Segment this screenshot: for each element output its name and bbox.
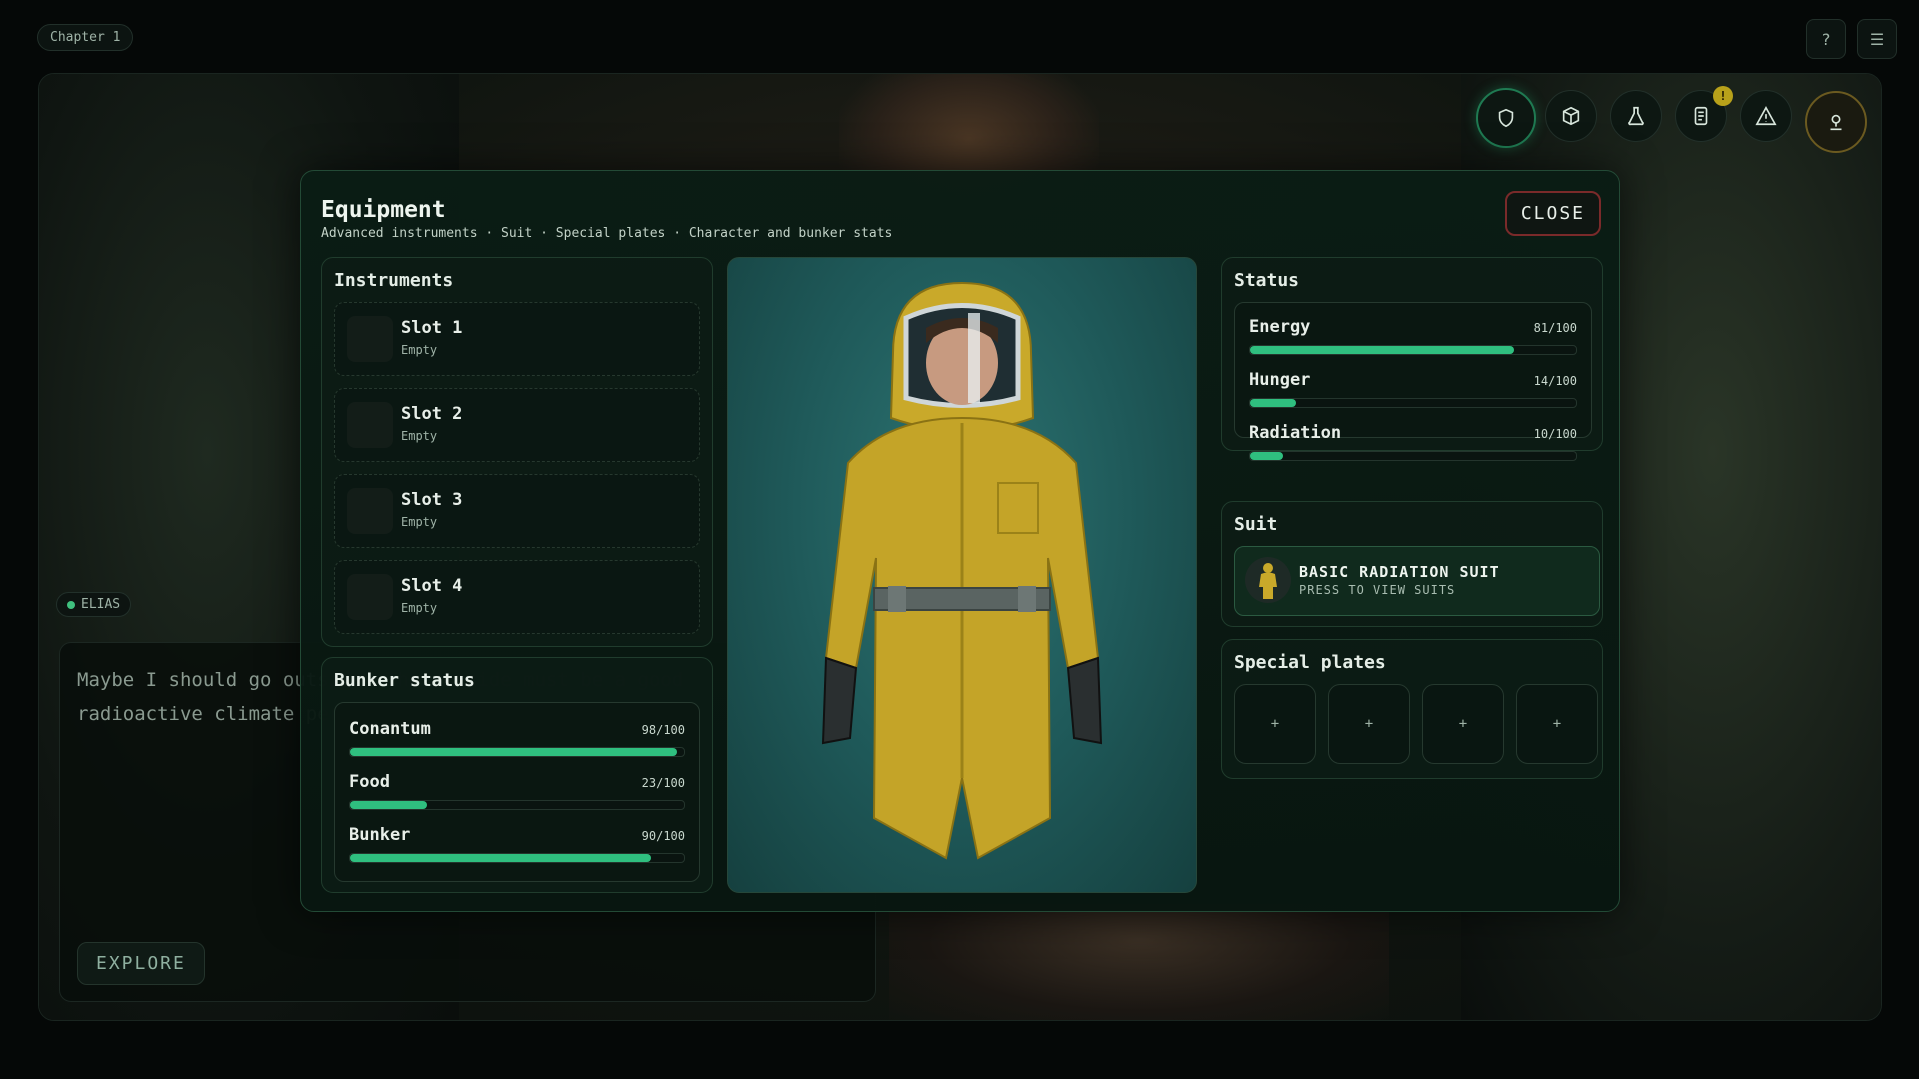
instrument-slot-3[interactable]: Slot 3 Empty: [334, 474, 700, 548]
view-suits-button[interactable]: BASIC RADIATION SUIT PRESS TO VIEW SUITS: [1234, 546, 1600, 616]
stat-fill: [350, 854, 651, 862]
warning-icon: [1755, 106, 1777, 126]
stat-food: Food 23/100: [349, 772, 685, 816]
shield-icon: [1498, 108, 1514, 128]
stat-fill: [350, 748, 678, 756]
instruments-title: Instruments: [334, 270, 454, 291]
alerts-button[interactable]: [1740, 90, 1792, 142]
instruments-panel: Instruments Slot 1 Empty Slot 2 Empty Sl…: [321, 257, 713, 647]
hazmat-character-illustration: [821, 281, 1103, 860]
plate-slot-2[interactable]: +: [1328, 684, 1410, 764]
stat-value: 23/100: [641, 776, 685, 790]
stat-label: Bunker: [349, 825, 411, 845]
stat-track: [1249, 398, 1577, 408]
plate-slot-3[interactable]: +: [1422, 684, 1504, 764]
chapter-badge: Chapter 1: [37, 24, 134, 51]
stat-radiation: Radiation 10/100: [1249, 423, 1577, 467]
slot-thumbnail: [347, 316, 393, 362]
bunker-stats-box: Conantum 98/100 Food 23/100 Bunker 90/10…: [334, 702, 700, 882]
slot-thumbnail: [347, 488, 393, 534]
status-title: Status: [1234, 270, 1300, 291]
status-stats-box: Energy 81/100 Hunger 14/100 Radiation 10…: [1234, 302, 1592, 461]
stat-track: [1249, 345, 1577, 355]
suit-panel: Suit BASIC RADIATION SUIT PRESS TO VIEW …: [1221, 501, 1603, 627]
suit-hint: PRESS TO VIEW SUITS: [1299, 583, 1456, 597]
stat-fill: [1250, 346, 1515, 354]
stat-hunger: Hunger 14/100: [1249, 370, 1577, 414]
slot-state: Empty: [401, 515, 438, 529]
stat-fill: [1250, 452, 1283, 460]
stat-track: [1249, 451, 1577, 461]
stat-value: 14/100: [1533, 374, 1577, 388]
instrument-slot-1[interactable]: Slot 1 Empty: [334, 302, 700, 376]
journal-icon: [1694, 106, 1708, 126]
slot-thumbnail: [347, 574, 393, 620]
stat-label: Food: [349, 772, 390, 792]
flask-icon: [1628, 106, 1644, 126]
speaker-tag: ELIAS: [56, 592, 132, 617]
hazmat-suit-icon: [1259, 563, 1277, 599]
character-portrait: [727, 257, 1197, 893]
suit-name: BASIC RADIATION SUIT: [1299, 563, 1500, 581]
explore-button[interactable]: EXPLORE: [77, 942, 205, 985]
stat-value: 90/100: [641, 829, 685, 843]
stat-value: 98/100: [641, 723, 685, 737]
menu-button[interactable]: ☰: [1857, 19, 1897, 59]
stat-label: Radiation: [1249, 423, 1342, 443]
stat-label: Conantum: [349, 719, 431, 739]
slot-state: Empty: [401, 343, 438, 357]
slot-state: Empty: [401, 429, 438, 443]
modal-title: Equipment: [321, 197, 446, 223]
plate-slot-4[interactable]: +: [1516, 684, 1598, 764]
stat-label: Hunger: [1249, 370, 1311, 390]
plate-slot-1[interactable]: +: [1234, 684, 1316, 764]
equipment-shield-button[interactable]: [1476, 88, 1536, 148]
stat-track: [349, 853, 685, 863]
stat-label: Energy: [1249, 317, 1311, 337]
inventory-button[interactable]: [1545, 90, 1597, 142]
stat-fill: [1250, 399, 1296, 407]
profile-button[interactable]: [1805, 91, 1867, 153]
bunker-status-panel: Bunker status Conantum 98/100 Food 23/10…: [321, 657, 713, 893]
modal-subtitle: Advanced instruments · Suit · Special pl…: [321, 226, 893, 241]
profile-icon: [1830, 114, 1842, 131]
status-panel: Status Energy 81/100 Hunger 14/100 Radia…: [1221, 257, 1603, 461]
stat-track: [349, 800, 685, 810]
stat-track: [349, 747, 685, 757]
stat-bunker: Bunker 90/100: [349, 825, 685, 869]
research-button[interactable]: [1610, 90, 1662, 142]
stat-energy: Energy 81/100: [1249, 317, 1577, 361]
instrument-slot-2[interactable]: Slot 2 Empty: [334, 388, 700, 462]
bunker-status-title: Bunker status: [334, 670, 475, 691]
stat-conantum: Conantum 98/100: [349, 719, 685, 763]
instrument-slot-4[interactable]: Slot 4 Empty: [334, 560, 700, 634]
speaker-status-dot: [67, 600, 75, 609]
equipment-modal: Equipment Advanced instruments · Suit · …: [300, 170, 1620, 912]
suit-title: Suit: [1234, 514, 1278, 535]
close-button[interactable]: CLOSE: [1504, 191, 1601, 236]
suit-thumbnail: [1245, 557, 1291, 603]
slot-state: Empty: [401, 601, 438, 615]
stat-value: 10/100: [1533, 427, 1577, 441]
help-button[interactable]: ?: [1806, 19, 1846, 59]
speaker-name: ELIAS: [81, 597, 121, 612]
slot-name: Slot 3: [401, 490, 463, 510]
special-plates-title: Special plates: [1234, 652, 1386, 673]
slot-name: Slot 1: [401, 318, 463, 338]
slot-name: Slot 4: [401, 576, 463, 596]
slot-thumbnail: [347, 402, 393, 448]
stat-value: 81/100: [1533, 321, 1577, 335]
notification-badge: !: [1713, 86, 1733, 106]
stat-fill: [350, 801, 427, 809]
special-plates-panel: Special plates + + + +: [1221, 639, 1603, 779]
slot-name: Slot 2: [401, 404, 463, 424]
box-icon: [1562, 106, 1580, 126]
